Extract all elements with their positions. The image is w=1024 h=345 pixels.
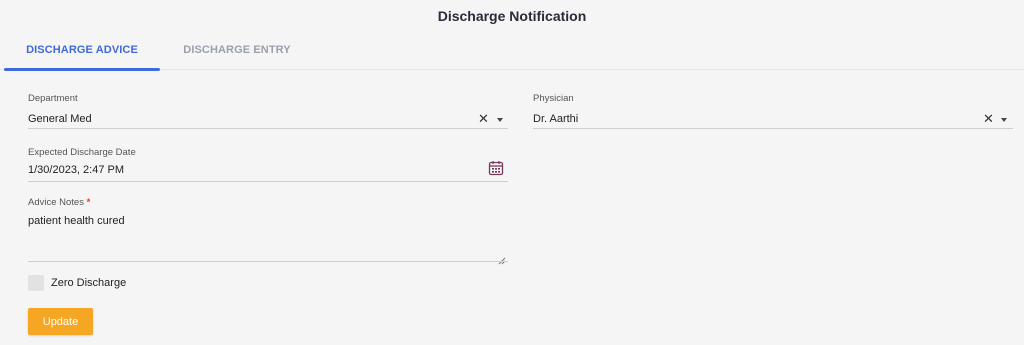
tab-discharge-entry[interactable]: DISCHARGE ENTRY	[160, 32, 314, 70]
advice-notes-textarea[interactable]: patient health cured	[28, 215, 498, 257]
calendar-icon[interactable]	[488, 160, 504, 176]
zero-discharge-label: Zero Discharge	[51, 277, 127, 289]
department-underline	[28, 128, 508, 129]
expected-discharge-date-input[interactable]: 1/30/2023, 2:47 PM	[28, 164, 468, 176]
advice-notes-label-text: Advice Notes	[28, 197, 84, 208]
department-select[interactable]: General Med	[28, 113, 468, 125]
physician-clear-icon[interactable]: ✕	[983, 112, 994, 125]
department-chevron-down-icon[interactable]	[497, 118, 503, 122]
expected-discharge-date-label: Expected Discharge Date	[28, 147, 136, 158]
resize-handle-icon[interactable]	[498, 252, 506, 265]
tab-label: DISCHARGE ADVICE	[26, 44, 138, 56]
expected-discharge-date-underline	[28, 181, 508, 182]
zero-discharge-checkbox[interactable]	[28, 275, 44, 291]
advice-notes-underline	[28, 261, 508, 262]
department-label: Department	[28, 93, 78, 104]
department-clear-icon[interactable]: ✕	[478, 112, 489, 125]
tab-bar: DISCHARGE ADVICE DISCHARGE ENTRY	[0, 32, 1024, 71]
tab-label: DISCHARGE ENTRY	[183, 44, 291, 56]
active-tab-indicator	[4, 68, 160, 71]
physician-select[interactable]: Dr. Aarthi	[533, 113, 973, 125]
tab-discharge-advice[interactable]: DISCHARGE ADVICE	[4, 32, 160, 71]
physician-label: Physician	[533, 93, 574, 104]
page-title: Discharge Notification	[437, 8, 587, 24]
physician-underline	[533, 128, 1013, 129]
required-marker: *	[86, 197, 91, 208]
update-button[interactable]: Update	[28, 308, 93, 335]
physician-chevron-down-icon[interactable]	[1001, 118, 1007, 122]
advice-notes-label: Advice Notes *	[28, 197, 90, 208]
